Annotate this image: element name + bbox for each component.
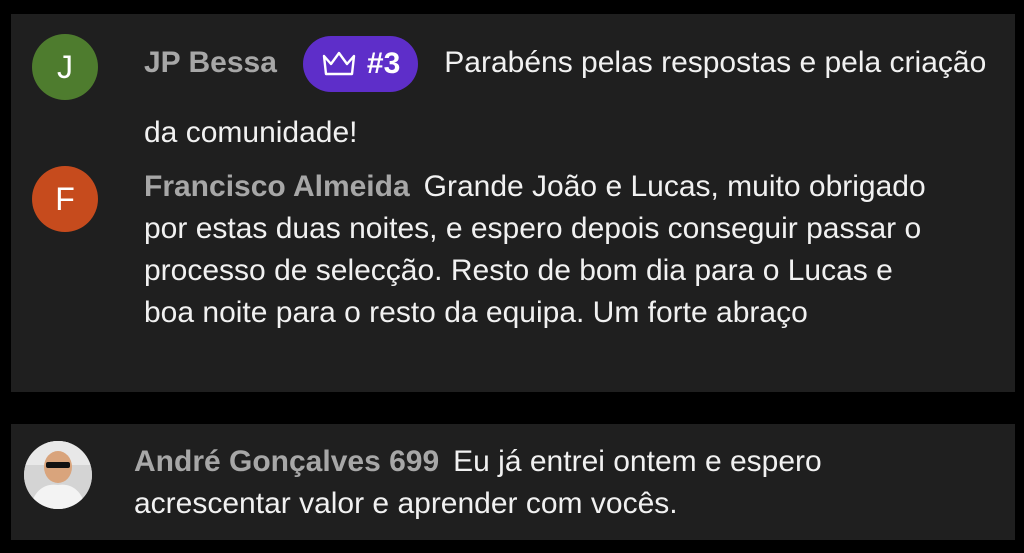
avatar[interactable] xyxy=(24,441,92,509)
message-body: JP Bessa #3 Parabéns pelas respostas e pel… xyxy=(144,28,994,168)
author-name[interactable]: Francisco Almeida xyxy=(144,170,410,203)
avatar[interactable]: J xyxy=(32,34,98,100)
avatar[interactable]: F xyxy=(32,166,98,232)
message-body: André Gonçalves 699 Eu já entrei ontem e … xyxy=(134,441,964,525)
crown-icon xyxy=(322,51,356,76)
message-body: Francisco Almeida Grande João e Lucas, mu… xyxy=(144,166,944,334)
author-name[interactable]: JP Bessa xyxy=(144,46,277,79)
rank-badge: #3 xyxy=(302,36,419,93)
avatar-initial: J xyxy=(57,48,73,85)
author-name[interactable]: André Gonçalves 699 xyxy=(134,445,439,478)
rank-badge-label: #3 xyxy=(366,47,401,81)
user-photo-icon xyxy=(24,441,92,509)
avatar-initial: F xyxy=(55,180,75,217)
